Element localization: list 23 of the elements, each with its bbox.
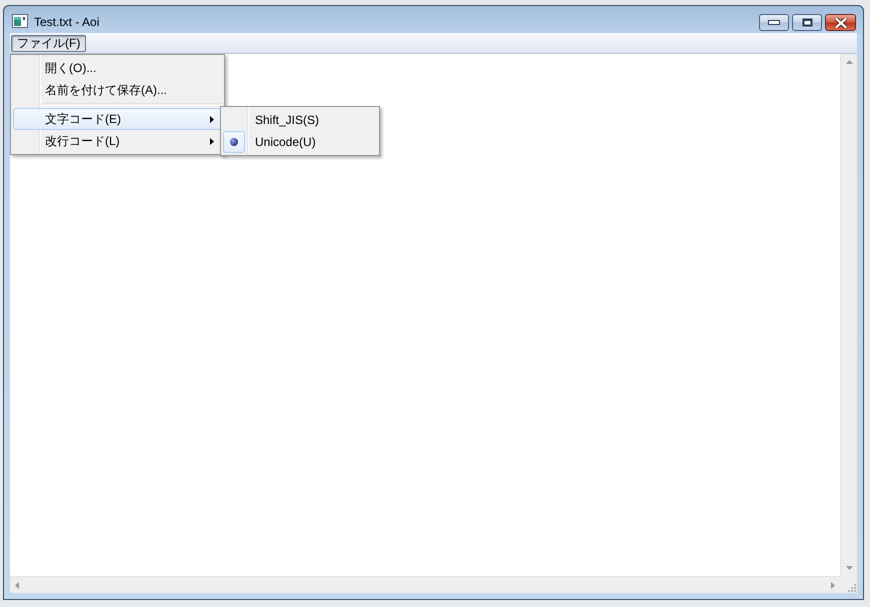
- right-arrow-icon: [210, 138, 214, 144]
- right-arrow-icon: [210, 116, 214, 122]
- horizontal-scrollbar[interactable]: [10, 576, 840, 593]
- menu-item[interactable]: 改行コード(L): [13, 130, 222, 152]
- menu-item[interactable]: Unicode(U): [223, 131, 377, 153]
- minimize-button[interactable]: [759, 14, 789, 31]
- close-button[interactable]: [825, 14, 856, 31]
- right-arrow-icon[interactable]: [831, 582, 835, 588]
- menu-item[interactable]: 文字コード(E): [13, 108, 222, 130]
- window-icon: [12, 14, 28, 28]
- up-arrow-icon[interactable]: [846, 60, 852, 64]
- down-arrow-icon[interactable]: [846, 566, 852, 570]
- close-icon: [834, 18, 846, 28]
- maximize-icon: [802, 18, 812, 27]
- menu-item[interactable]: 開く(O)...: [13, 57, 222, 79]
- menu-bar-item[interactable]: ファイル(F): [11, 34, 86, 52]
- maximize-button[interactable]: [792, 14, 822, 31]
- menu-item[interactable]: Shift_JIS(S): [223, 109, 377, 131]
- minimize-icon: [768, 20, 780, 25]
- window-title: Test.txt - Aoi: [34, 15, 100, 29]
- left-arrow-icon[interactable]: [15, 582, 19, 588]
- menu-item[interactable]: 名前を付けて保存(A)...: [13, 79, 222, 101]
- vertical-scrollbar[interactable]: [840, 54, 857, 576]
